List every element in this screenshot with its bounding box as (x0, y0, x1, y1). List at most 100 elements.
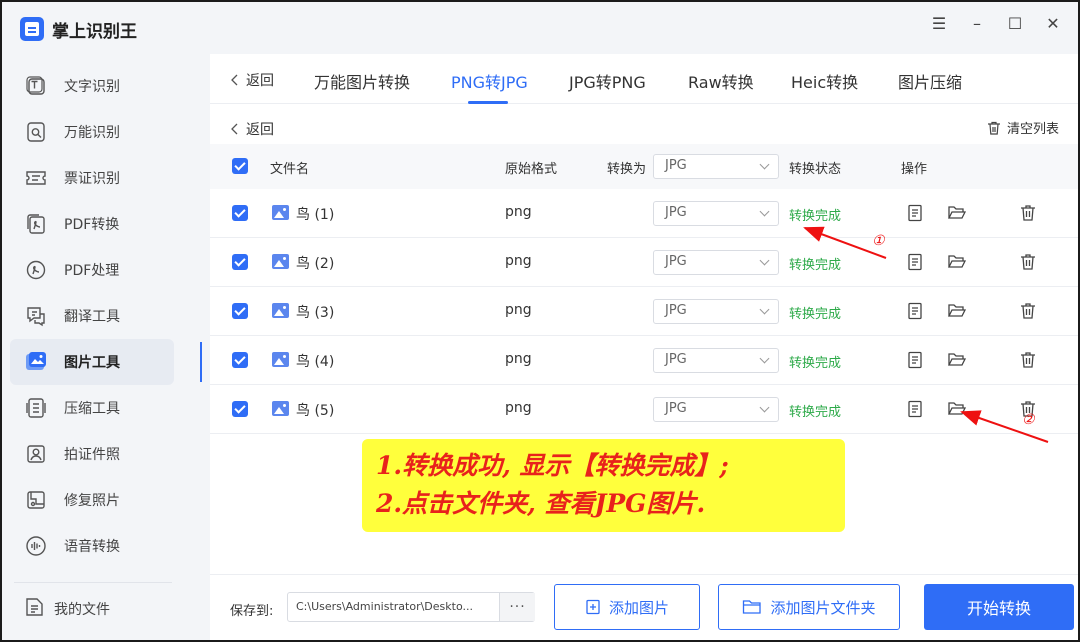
row-checkbox[interactable] (232, 205, 248, 221)
sidebar-nav: 文字识别 万能识别 票证识别 PDF转换 PDF处理 翻译工具 图片工具 压缩工… (10, 63, 174, 569)
menu-icon[interactable]: ☰ (928, 12, 950, 34)
document-icon[interactable] (905, 350, 925, 370)
row-checkbox[interactable] (232, 352, 248, 368)
chevron-down-icon (759, 353, 770, 364)
status-badge: 转换完成 (789, 307, 842, 322)
sidebar-item-ticket[interactable]: 票证识别 (10, 155, 174, 201)
browse-path-button[interactable]: ··· (499, 593, 535, 621)
id-photo-icon (24, 442, 48, 466)
row-checkbox[interactable] (232, 254, 248, 270)
annotation-marker-2: ② (1022, 412, 1035, 428)
trash-icon[interactable] (1018, 301, 1038, 321)
table-row: 鸟 (5) png JPG 转换完成 (210, 385, 1078, 434)
batch-format-select[interactable]: JPG (653, 154, 779, 179)
sidebar-item-label: PDF处理 (64, 263, 120, 279)
target-format-select[interactable]: JPG (653, 250, 779, 275)
status-badge: 转换完成 (789, 258, 842, 273)
close-icon[interactable]: ✕ (1042, 12, 1064, 34)
sidebar-item-pdf-process[interactable]: PDF处理 (10, 247, 174, 293)
chevron-down-icon (759, 206, 770, 217)
open-folder-icon[interactable] (947, 252, 967, 272)
header-convert-to: 转换为 (607, 162, 647, 177)
pdf-process-icon (24, 258, 48, 282)
annotation-line-2: 2.点击文件夹, 查看JPG图片. (376, 489, 706, 518)
add-image-folder-button[interactable]: 添加图片文件夹 (718, 584, 900, 630)
document-icon[interactable] (905, 252, 925, 272)
open-folder-icon[interactable] (947, 399, 967, 419)
header-file-name: 文件名 (270, 162, 310, 177)
sidebar-item-translate[interactable]: 翻译工具 (10, 293, 174, 339)
image-file-icon (272, 254, 289, 269)
sidebar-item-image-tool[interactable]: 图片工具 (10, 339, 174, 385)
document-icon[interactable] (905, 301, 925, 321)
target-format-value: JPG (665, 254, 687, 269)
list-back-button[interactable]: 返回 (230, 119, 274, 139)
translate-icon (24, 304, 48, 328)
sidebar-item-voice-convert[interactable]: 语音转换 (10, 523, 174, 569)
save-path-field[interactable]: C:\Users\Administrator\Deskto... ··· (287, 592, 535, 622)
tool-tabs: 返回 万能图片转换 PNG转JPG JPG转PNG Raw转换 Heic转换 图… (210, 54, 1078, 104)
select-all-checkbox[interactable] (232, 158, 248, 174)
app-title: 掌上识别王 (52, 21, 137, 42)
sidebar-item-text-recognition[interactable]: 文字识别 (10, 63, 174, 109)
open-folder-icon[interactable] (947, 350, 967, 370)
table-header: 文件名 原始格式 转换为 JPG 转换状态 操作 (210, 144, 1078, 189)
sidebar-item-pdf-convert[interactable]: PDF转换 (10, 201, 174, 247)
target-format-select[interactable]: JPG (653, 299, 779, 324)
sidebar-item-compress[interactable]: 压缩工具 (10, 385, 174, 431)
batch-format-value: JPG (665, 158, 687, 173)
original-format: png (505, 351, 532, 367)
minimize-icon[interactable]: – (966, 12, 988, 34)
file-name: 鸟 (5) (296, 403, 335, 419)
tab-jpg-to-png[interactable]: JPG转PNG (569, 69, 646, 93)
sidebar-item-id-photo[interactable]: 拍证件照 (10, 431, 174, 477)
document-icon[interactable] (905, 399, 925, 419)
image-file-icon (272, 205, 289, 220)
sidebar-divider (14, 582, 172, 583)
image-tool-icon (24, 350, 48, 374)
document-icon[interactable] (905, 203, 925, 223)
tab-png-to-jpg[interactable]: PNG转JPG (451, 69, 528, 93)
sidebar-item-universal-scan[interactable]: 万能识别 (10, 109, 174, 155)
main-panel: 返回 万能图片转换 PNG转JPG JPG转PNG Raw转换 Heic转换 图… (210, 54, 1078, 640)
active-indicator (200, 342, 202, 382)
table-row: 鸟 (4) png JPG 转换完成 (210, 336, 1078, 385)
trash-icon[interactable] (1018, 350, 1038, 370)
tab-raw-convert[interactable]: Raw转换 (688, 69, 754, 93)
target-format-select[interactable]: JPG (653, 397, 779, 422)
original-format: png (505, 400, 532, 416)
brand: 掌上识别王 (20, 16, 137, 42)
trash-icon (988, 121, 1000, 135)
row-checkbox[interactable] (232, 303, 248, 319)
tab-image-compress[interactable]: 图片压缩 (898, 69, 962, 93)
voice-convert-icon (24, 534, 48, 558)
start-convert-button[interactable]: 开始转换 (924, 584, 1074, 630)
file-name: 鸟 (1) (296, 207, 335, 223)
target-format-select[interactable]: JPG (653, 348, 779, 373)
tab-universal-image-convert[interactable]: 万能图片转换 (314, 69, 410, 93)
compress-icon (24, 396, 48, 420)
status-badge: 转换完成 (789, 405, 842, 420)
header-status: 转换状态 (789, 162, 842, 177)
trash-icon[interactable] (1018, 252, 1038, 272)
add-file-icon (586, 599, 600, 615)
add-image-button[interactable]: 添加图片 (554, 584, 700, 630)
open-folder-icon[interactable] (947, 203, 967, 223)
sidebar-item-label: 翻译工具 (64, 309, 120, 325)
maximize-icon[interactable]: ☐ (1004, 12, 1026, 34)
open-folder-icon[interactable] (947, 301, 967, 321)
sidebar-item-my-files[interactable]: 我的文件 (10, 589, 174, 629)
ticket-icon (24, 166, 48, 190)
text-recognition-icon (24, 74, 48, 98)
top-back-button[interactable]: 返回 (230, 70, 274, 90)
trash-icon[interactable] (1018, 203, 1038, 223)
clear-list-label: 清空列表 (1007, 122, 1060, 137)
annotation-line-1: 1.转换成功, 显示【转换完成】; (376, 451, 729, 480)
back-label: 返回 (246, 122, 274, 138)
sidebar-item-photo-repair[interactable]: 修复照片 (10, 477, 174, 523)
tab-heic-convert[interactable]: Heic转换 (791, 69, 858, 93)
clear-list-button[interactable]: 清空列表 (986, 118, 1059, 137)
original-format: png (505, 253, 532, 269)
target-format-select[interactable]: JPG (653, 201, 779, 226)
row-checkbox[interactable] (232, 401, 248, 417)
